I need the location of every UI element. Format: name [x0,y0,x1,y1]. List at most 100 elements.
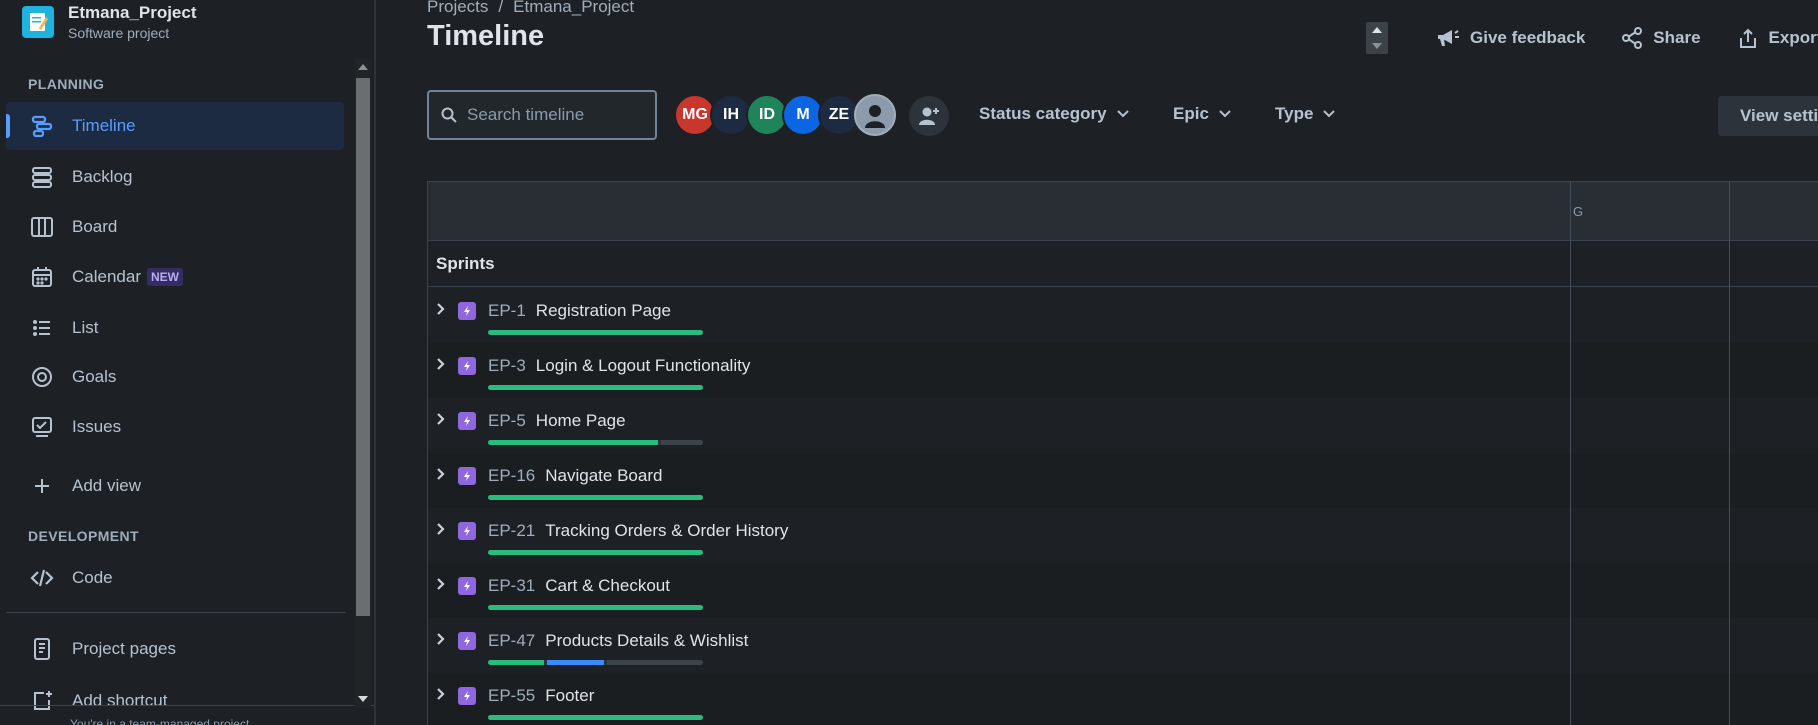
epic-progress-bar [488,550,703,555]
epic-row[interactable]: EP-1 Registration Page [428,288,1818,343]
view-settings-button[interactable]: View settings [1718,96,1818,136]
epic-icon [458,522,476,540]
epic-title[interactable]: EP-21 Tracking Orders & Order History [488,521,788,541]
breadcrumb-projects[interactable]: Projects [427,0,488,16]
sidebar-item-project-pages[interactable]: Project pages [6,625,344,673]
sidebar-item-list[interactable]: List [6,304,344,352]
list-icon [28,314,56,342]
page-icon [28,635,56,663]
timeline-icon [28,112,56,140]
epic-progress-bar [488,715,703,720]
epic-icon [458,357,476,375]
project-avatar-icon [22,6,54,38]
search-input[interactable] [467,105,637,125]
status-category-filter[interactable]: Status category [979,104,1129,124]
scroll-up-arrow-icon[interactable] [358,64,368,70]
sidebar-item-code[interactable]: Code [6,554,344,602]
give-feedback-button[interactable]: Give feedback [1436,27,1585,49]
sidebar-footer-text: You're in a team-managed project [70,717,250,725]
sidebar-item-board[interactable]: Board [6,203,344,251]
export-button[interactable]: Export [1737,27,1818,49]
epic-key: EP-3 [488,356,526,375]
epic-icon [458,412,476,430]
epic-row[interactable]: EP-47 Products Details & Wishlist [428,618,1818,673]
epic-summary: Cart & Checkout [545,576,670,595]
epic-summary: Home Page [535,411,626,430]
chevron-right-icon[interactable] [435,412,447,431]
sidebar-item-label: Project pages [72,639,176,658]
sidebar-item-timeline[interactable]: Timeline [6,102,344,150]
epic-title[interactable]: EP-16 Navigate Board [488,466,662,486]
chevron-right-icon[interactable] [435,687,447,706]
epic-filter[interactable]: Epic [1173,104,1231,124]
sidebar-item-label: Backlog [72,167,133,186]
chevron-down-icon [1323,110,1336,118]
epic-row[interactable]: EP-5 Home Page [428,398,1818,453]
stepper-down-icon[interactable] [1372,43,1382,49]
chevron-right-icon[interactable] [435,467,447,486]
sidebar-item-add-view[interactable]: Add view [6,462,344,510]
planning-section-title: PLANNING [28,76,105,92]
sidebar-item-label: Add shortcut [72,691,168,710]
development-section-title: DEVELOPMENT [28,528,139,544]
share-button[interactable]: Share [1621,27,1701,49]
sidebar-item-backlog[interactable]: Backlog [6,153,344,201]
project-header[interactable]: Etmana_Project Software project [22,2,197,42]
epic-row[interactable]: EP-3 Login & Logout Functionality [428,343,1818,398]
epic-title[interactable]: EP-47 Products Details & Wishlist [488,631,748,651]
epic-title[interactable]: EP-5 Home Page [488,411,626,431]
chevron-right-icon[interactable] [435,577,447,596]
scroll-down-arrow-icon[interactable] [358,696,368,702]
sidebar-scrollbar[interactable] [355,58,371,708]
epic-title[interactable]: EP-31 Cart & Checkout [488,576,670,596]
epic-row[interactable]: EP-31 Cart & Checkout [428,563,1818,618]
chevron-right-icon[interactable] [435,357,447,376]
epic-key: EP-31 [488,576,536,595]
breadcrumb-project[interactable]: Etmana_Project [513,0,634,16]
search-timeline[interactable] [427,90,657,140]
sidebar-item-label: Issues [72,417,122,436]
sidebar-item-issues[interactable]: Issues [6,403,344,451]
export-label: Export [1768,28,1818,47]
search-icon [441,107,457,123]
chevron-right-icon[interactable] [435,522,447,541]
timeline-gridline [1729,182,1730,725]
progress-todo-segment [660,440,703,445]
project-name: Etmana_Project [68,3,197,22]
give-feedback-label: Give feedback [1470,28,1586,47]
epic-progress-bar [488,660,703,665]
progress-todo-segment [606,660,703,665]
scrollbar-thumb[interactable] [356,78,370,616]
epic-title[interactable]: EP-1 Registration Page [488,301,671,321]
timeline-grid: G Sprints EP-1 Registration Page EP-3 Login… [427,181,1818,725]
mini-stepper[interactable] [1366,22,1388,54]
avatar-default-user-icon[interactable] [854,94,896,136]
epic-row[interactable]: EP-16 Navigate Board [428,453,1818,508]
status-category-label: Status category [979,104,1107,123]
epic-icon [458,687,476,705]
view-settings-label: View settings [1740,106,1818,125]
epic-title[interactable]: EP-55 Footer [488,686,594,706]
calendar-icon [28,263,56,291]
add-people-button[interactable] [909,96,949,136]
epic-key: EP-5 [488,411,526,430]
plus-icon [28,472,56,500]
progress-done-segment [488,715,703,720]
chevron-right-icon[interactable] [435,302,447,321]
sidebar-item-calendar[interactable]: Calendar NEW [6,253,344,301]
chevron-down-icon [1219,110,1231,118]
chevron-right-icon[interactable] [435,632,447,651]
header-actions: Give feedback Share Export [1436,27,1818,49]
epic-row[interactable]: EP-55 Footer [428,673,1818,725]
epic-row[interactable]: EP-21 Tracking Orders & Order History [428,508,1818,563]
sidebar-item-goals[interactable]: Goals [6,353,344,401]
epic-progress-bar [488,440,703,445]
progress-done-segment [488,440,658,445]
stepper-up-icon[interactable] [1372,27,1382,33]
share-label: Share [1653,28,1701,47]
epic-title[interactable]: EP-3 Login & Logout Functionality [488,356,750,376]
type-filter[interactable]: Type [1275,104,1336,124]
progress-done-segment [488,330,703,335]
breadcrumb: Projects / Etmana_Project [427,0,634,17]
sidebar-item-label: List [72,318,99,337]
